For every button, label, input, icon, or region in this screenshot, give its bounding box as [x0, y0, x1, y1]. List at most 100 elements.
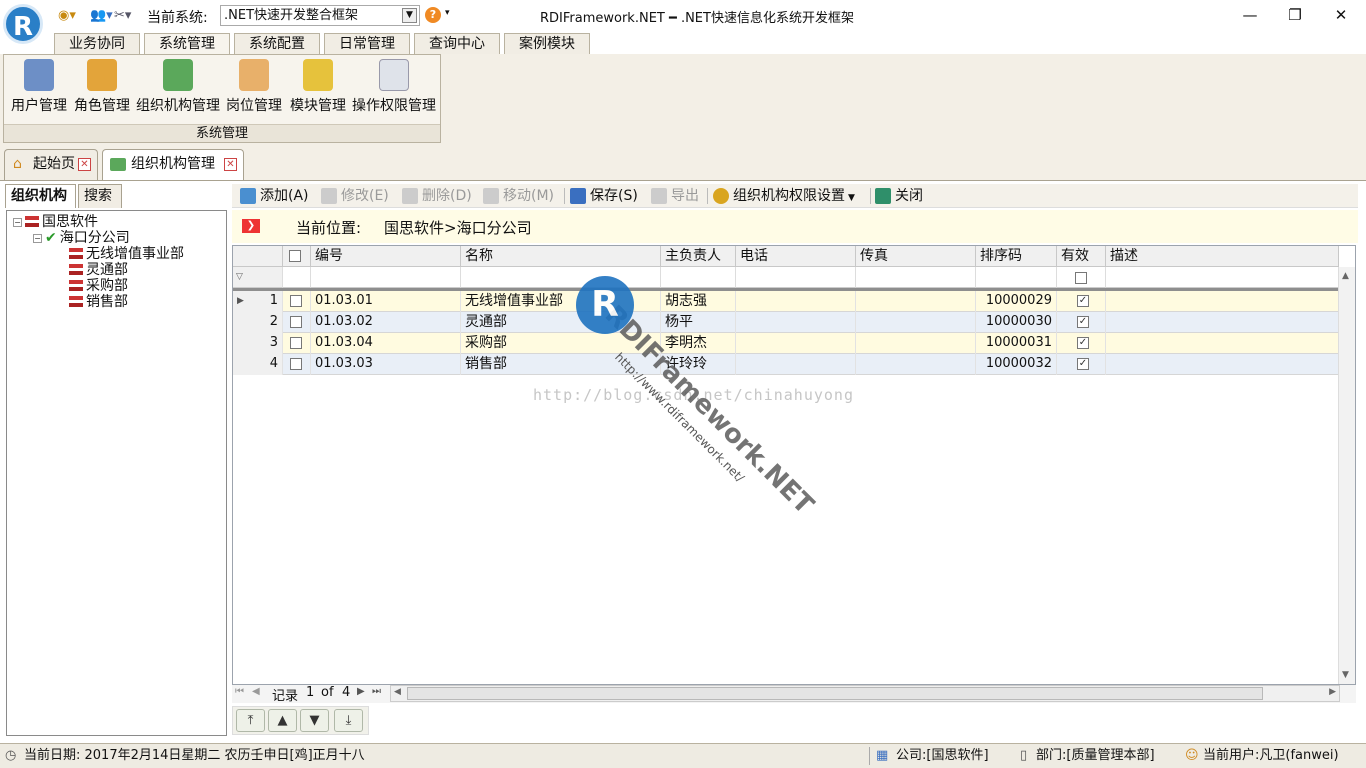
- filter-cell[interactable]: [283, 267, 311, 288]
- collapse-icon[interactable]: −: [13, 218, 22, 227]
- valid-cell[interactable]: ✓: [1057, 354, 1106, 375]
- chevron-down-icon[interactable]: ▼: [402, 8, 417, 23]
- valid-checkbox[interactable]: ✓: [1077, 336, 1089, 349]
- owner-cell[interactable]: 李明杰: [661, 333, 736, 354]
- first-page-icon[interactable]: ⏮: [235, 686, 244, 697]
- vertical-scrollbar[interactable]: ▲ ▼: [1338, 267, 1355, 684]
- column-header-fax[interactable]: 传真: [856, 246, 976, 267]
- delete-button[interactable]: 删除(D): [402, 187, 472, 205]
- table-row[interactable]: ▶ 1 01.03.01 无线增值事业部 胡志强 10000029 ✓: [233, 291, 1339, 312]
- code-cell[interactable]: 01.03.03: [311, 354, 461, 375]
- move-button[interactable]: 移动(M): [483, 187, 554, 205]
- phone-cell[interactable]: [736, 291, 856, 312]
- move-up-button[interactable]: ▲: [268, 709, 297, 732]
- row-select-checkbox[interactable]: [290, 357, 302, 370]
- phone-cell[interactable]: [736, 354, 856, 375]
- filter-icon[interactable]: ▽: [233, 267, 283, 288]
- row-select-cell[interactable]: [283, 291, 311, 312]
- tree-node-department[interactable]: 无线增值事业部: [69, 246, 184, 262]
- table-row[interactable]: 2 01.03.02 灵通部 杨平 10000030 ✓: [233, 312, 1339, 333]
- column-header-code[interactable]: 编号: [311, 246, 461, 267]
- fax-cell[interactable]: [856, 333, 976, 354]
- position-management-button[interactable]: 岗位管理: [223, 59, 285, 115]
- code-cell[interactable]: 01.03.01: [311, 291, 461, 312]
- valid-checkbox[interactable]: ✓: [1077, 357, 1089, 370]
- module-management-button[interactable]: 模块管理: [287, 59, 349, 115]
- ribbon-tab-system-config[interactable]: 系统配置: [234, 33, 320, 54]
- description-cell[interactable]: [1106, 312, 1339, 333]
- fax-cell[interactable]: [856, 312, 976, 333]
- role-management-button[interactable]: 角色管理: [71, 59, 133, 115]
- export-button[interactable]: 导出: [651, 187, 699, 205]
- last-page-icon[interactable]: ⏭: [372, 686, 381, 697]
- row-select-cell[interactable]: [283, 312, 311, 333]
- filter-cell[interactable]: [461, 267, 661, 288]
- data-grid[interactable]: 编号 名称 主负责人 电话 传真 排序码 有效 描述 ▽ ▶ 1 01.03.0…: [232, 245, 1356, 685]
- scroll-left-icon[interactable]: ◀: [394, 687, 401, 697]
- filter-cell[interactable]: [976, 267, 1057, 288]
- select-all-checkbox[interactable]: [289, 250, 301, 262]
- move-down-button[interactable]: ▼: [300, 709, 329, 732]
- sort-cell[interactable]: 10000032: [976, 354, 1057, 375]
- move-bottom-button[interactable]: ⤓: [334, 709, 363, 732]
- tab-organization[interactable]: 组织机构: [5, 184, 76, 208]
- column-header-description[interactable]: 描述: [1106, 246, 1339, 267]
- org-permission-button[interactable]: 组织机构权限设置 ▼: [713, 187, 855, 207]
- name-cell[interactable]: 无线增值事业部: [461, 291, 661, 312]
- ribbon-tab-business[interactable]: 业务协同: [54, 33, 140, 54]
- scroll-down-icon[interactable]: ▼: [1342, 670, 1349, 680]
- filter-cell[interactable]: [1106, 267, 1339, 288]
- owner-cell[interactable]: 杨平: [661, 312, 736, 333]
- tools-icon[interactable]: ✂▾: [114, 8, 131, 23]
- edit-button[interactable]: 修改(E): [321, 187, 389, 205]
- row-select-cell[interactable]: [283, 354, 311, 375]
- prev-page-icon[interactable]: ◀: [252, 686, 260, 697]
- filter-cell[interactable]: [1057, 267, 1106, 288]
- current-system-select[interactable]: .NET快速开发整合框架 ▼: [220, 5, 420, 26]
- owner-cell[interactable]: 许玲玲: [661, 354, 736, 375]
- ribbon-tab-cases[interactable]: 案例模块: [504, 33, 590, 54]
- column-header-name[interactable]: 名称: [461, 246, 661, 267]
- valid-filter-checkbox[interactable]: [1075, 271, 1087, 284]
- minimize-button[interactable]: —: [1235, 4, 1265, 26]
- scroll-thumb[interactable]: [407, 687, 1263, 700]
- description-cell[interactable]: [1106, 354, 1339, 375]
- add-button[interactable]: 添加(A): [240, 187, 309, 205]
- chevron-down-icon[interactable]: ▼: [848, 193, 855, 203]
- filter-cell[interactable]: [856, 267, 976, 288]
- ribbon-tab-system-management[interactable]: 系统管理: [144, 33, 230, 55]
- phone-cell[interactable]: [736, 333, 856, 354]
- table-row[interactable]: 4 01.03.03 销售部 许玲玲 10000032 ✓: [233, 354, 1339, 375]
- org-management-button[interactable]: 组织机构管理: [133, 59, 223, 115]
- column-header-sort[interactable]: 排序码: [976, 246, 1057, 267]
- sort-cell[interactable]: 10000031: [976, 333, 1057, 354]
- name-cell[interactable]: 采购部: [461, 333, 661, 354]
- collapse-icon[interactable]: −: [33, 234, 42, 243]
- permission-management-button[interactable]: 操作权限管理: [349, 59, 439, 115]
- filter-cell[interactable]: [736, 267, 856, 288]
- close-window-button[interactable]: ✕: [1326, 4, 1356, 26]
- horizontal-scrollbar[interactable]: ◀ ▶: [390, 685, 1340, 702]
- table-row[interactable]: 3 01.03.04 采购部 李明杰 10000031 ✓: [233, 333, 1339, 354]
- restore-button[interactable]: ❐: [1280, 4, 1310, 26]
- app-logo[interactable]: R: [3, 4, 43, 44]
- next-page-icon[interactable]: ▶: [357, 686, 365, 697]
- tree-node-department[interactable]: 灵通部: [69, 262, 128, 278]
- valid-cell[interactable]: ✓: [1057, 312, 1106, 333]
- name-cell[interactable]: 销售部: [461, 354, 661, 375]
- tab-org-management[interactable]: 组织机构管理 ✕: [102, 149, 244, 180]
- valid-checkbox[interactable]: ✓: [1077, 315, 1089, 328]
- fax-cell[interactable]: [856, 354, 976, 375]
- row-select-checkbox[interactable]: [290, 336, 302, 349]
- tab-start-page[interactable]: ⌂ 起始页 ✕: [4, 149, 98, 180]
- ribbon-tab-daily[interactable]: 日常管理: [324, 33, 410, 54]
- tree-node-department[interactable]: 采购部: [69, 278, 128, 294]
- sort-cell[interactable]: 10000030: [976, 312, 1057, 333]
- column-header-valid[interactable]: 有效: [1057, 246, 1106, 267]
- fax-cell[interactable]: [856, 291, 976, 312]
- close-tab-icon[interactable]: ✕: [224, 158, 237, 171]
- name-cell[interactable]: 灵通部: [461, 312, 661, 333]
- help-dropdown-icon[interactable]: ▾: [445, 8, 450, 18]
- filter-cell[interactable]: [661, 267, 736, 288]
- close-tab-icon[interactable]: ✕: [78, 158, 91, 171]
